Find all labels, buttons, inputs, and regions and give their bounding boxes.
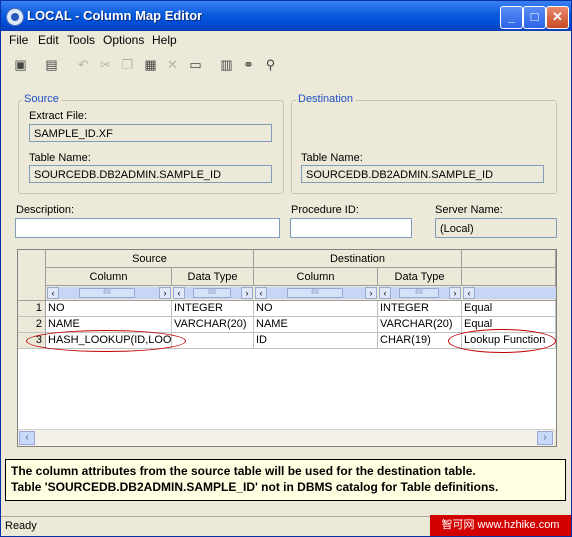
scroll-right-icon[interactable]: › [449,287,461,299]
source-datatype-cell[interactable]: INTEGER [172,301,254,317]
destination-datatype-header[interactable]: Data Type [378,268,462,286]
row-number[interactable]: 1 [18,301,46,317]
main-window: LOCAL - Column Map Editor _ □ ✕ File Edi… [0,0,572,537]
destination-group-header: Destination [254,250,462,268]
destination-table-name-field[interactable]: SOURCEDB.DB2ADMIN.SAMPLE_ID [301,165,544,183]
menu-file[interactable]: File [9,33,28,47]
menu-help[interactable]: Help [152,33,177,47]
menu-bar: File Edit Tools Options Help [1,31,571,49]
source-column-header[interactable]: Column [46,268,172,286]
destination-legend: Destination [296,93,356,105]
destination-table-name-label: Table Name: [301,152,363,164]
scroll-left-icon[interactable]: ‹ [173,287,185,299]
server-name-label: Server Name: [435,204,503,216]
destination-column-cell[interactable]: NO [254,301,378,317]
source-datatype-scrollbar[interactable]: ‹ IIII › [173,287,253,299]
extract-file-label: Extract File: [29,110,88,122]
status-scrollbar[interactable]: ‹ [463,287,556,299]
message-panel: The column attributes from the source ta… [5,459,566,501]
copy-icon[interactable]: ❐ [120,58,135,72]
paste-icon[interactable]: ▦ [143,58,158,72]
watermark: 智可网 www.hzhike.com [430,515,571,536]
destination-column-cell[interactable]: ID [254,333,378,349]
scroll-left-icon[interactable]: ‹ [255,287,267,299]
new-icon[interactable]: ▣ [13,58,28,72]
menu-options[interactable]: Options [103,33,144,47]
search-icon[interactable]: ⚲ [263,58,278,72]
scroll-right-icon[interactable]: › [365,287,377,299]
toolbar: ▣ ▤ ↶ ✂ ❐ ▦ ✕ ▭ ▥ ⚭ ⚲ [1,50,571,80]
procedure-id-label: Procedure ID: [291,204,359,216]
close-button[interactable]: ✕ [546,6,569,29]
menu-edit[interactable]: Edit [38,33,59,47]
scroll-right-icon[interactable]: › [159,287,171,299]
scroll-thumb[interactable]: IIII [287,288,343,298]
destination-datatype-scrollbar[interactable]: ‹ IIII › [379,287,461,299]
source-datatype-cell[interactable]: VARCHAR(20) [172,317,254,333]
scroll-thumb[interactable]: IIII [399,288,439,298]
scroll-left-icon[interactable]: ‹ [379,287,391,299]
scroll-thumb[interactable]: IIII [193,288,231,298]
destination-datatype-cell[interactable]: INTEGER [378,301,462,317]
cut-icon[interactable]: ✂ [98,58,113,72]
minimize-button[interactable]: _ [500,6,523,29]
message-line-1: The column attributes from the source ta… [11,464,476,478]
destination-column-header[interactable]: Column [254,268,378,286]
annotation-oval [448,329,556,353]
status-text: Ready [5,520,37,532]
grid-corner [18,250,46,301]
extract-file-field[interactable]: SAMPLE_ID.XF [29,124,272,142]
scroll-left-icon[interactable]: ‹ [19,431,35,445]
source-group-header: Source [46,250,254,268]
source-table-name-field[interactable]: SOURCEDB.DB2ADMIN.SAMPLE_ID [29,165,272,183]
destination-datatype-cell[interactable]: VARCHAR(20) [378,317,462,333]
scroll-right-icon[interactable]: › [241,287,253,299]
binoculars-icon[interactable]: ⚭ [241,58,256,72]
message-line-2: Table 'SOURCEDB.DB2ADMIN.SAMPLE_ID' not … [11,480,499,494]
status-cell[interactable]: Equal [462,301,556,317]
server-name-field: (Local) [435,218,557,238]
source-datatype-header[interactable]: Data Type [172,268,254,286]
delete-icon[interactable]: ✕ [165,58,180,72]
source-column-cell[interactable]: NO [46,301,172,317]
source-table-name-label: Table Name: [29,152,91,164]
window-title: LOCAL - Column Map Editor [27,8,203,23]
procedure-id-input[interactable] [290,218,412,238]
title-bar[interactable]: LOCAL - Column Map Editor _ □ ✕ [1,1,571,31]
undo-icon[interactable]: ↶ [76,58,91,72]
rectangle-icon[interactable]: ▭ [188,58,203,72]
source-column-scrollbar[interactable]: ‹ IIII › [47,287,171,299]
print-icon[interactable]: ▤ [44,58,59,72]
app-icon [6,8,24,26]
destination-column-cell[interactable]: NAME [254,317,378,333]
scroll-thumb[interactable]: IIII [79,288,135,298]
status-column-header [462,268,556,286]
source-legend: Source [22,93,61,105]
maximize-button[interactable]: □ [523,6,546,29]
menu-tools[interactable]: Tools [67,33,95,47]
scroll-right-icon[interactable]: › [537,431,553,445]
grid-icon[interactable]: ▥ [219,58,234,72]
scroll-left-icon[interactable]: ‹ [463,287,475,299]
scroll-left-icon[interactable]: ‹ [47,287,59,299]
row-number[interactable]: 2 [18,317,46,333]
status-group-header [462,250,556,268]
description-input[interactable] [15,218,280,238]
annotation-oval [26,330,186,352]
description-label: Description: [16,204,75,216]
grid-horizontal-scrollbar[interactable]: ‹ › [18,429,554,446]
destination-column-scrollbar[interactable]: ‹ IIII › [255,287,377,299]
